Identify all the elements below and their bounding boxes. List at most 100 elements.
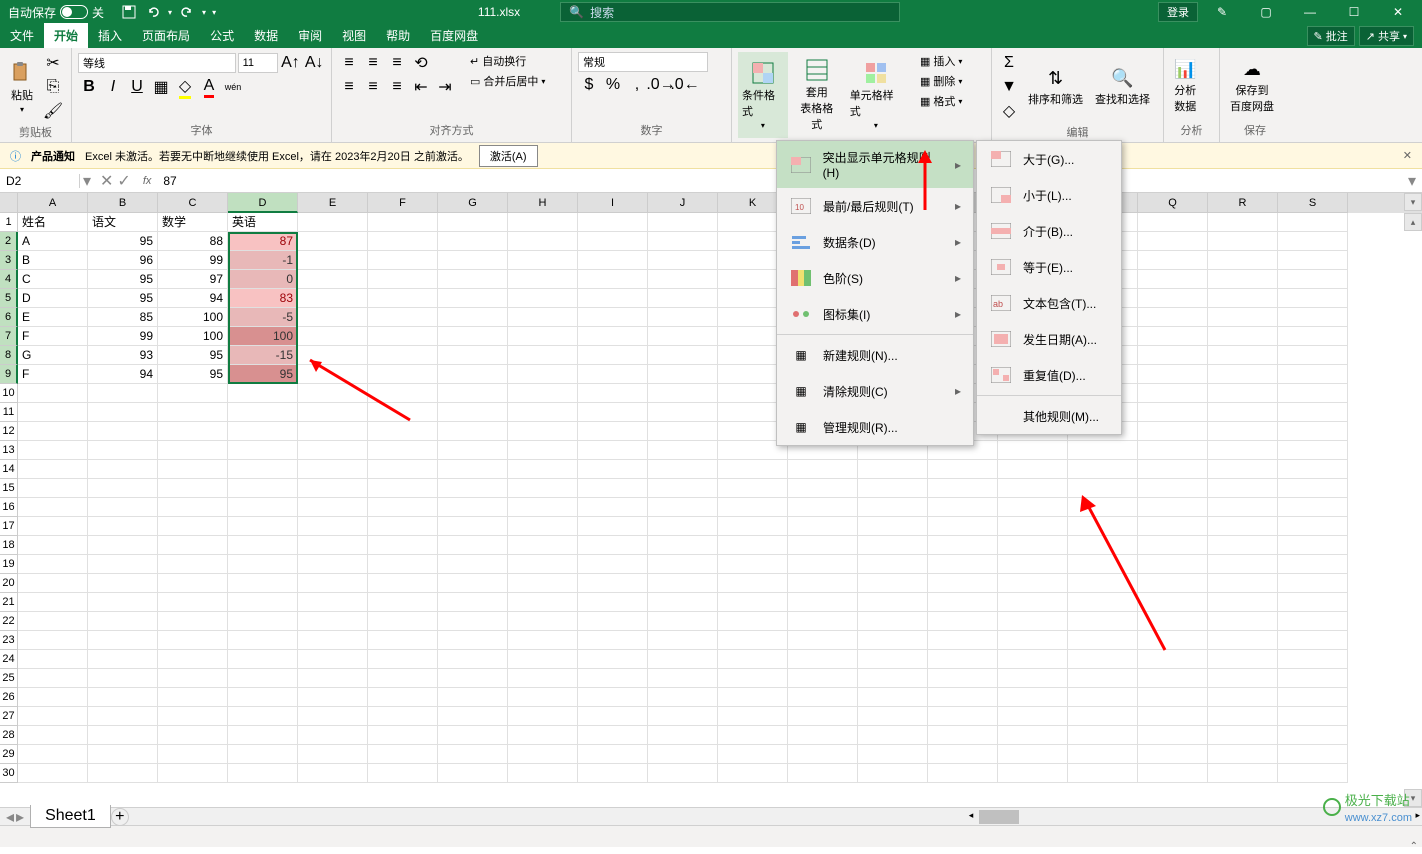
cell[interactable] <box>298 479 368 498</box>
cell[interactable] <box>1208 365 1278 384</box>
cell[interactable] <box>1068 460 1138 479</box>
cell[interactable] <box>158 669 228 688</box>
cell[interactable]: 96 <box>88 251 158 270</box>
cell[interactable] <box>508 441 578 460</box>
cell[interactable] <box>858 707 928 726</box>
cell[interactable]: 英语 <box>228 213 298 232</box>
cell[interactable] <box>88 536 158 555</box>
cell[interactable] <box>438 460 508 479</box>
cell[interactable] <box>1068 745 1138 764</box>
cell[interactable] <box>998 536 1068 555</box>
cell[interactable] <box>928 745 998 764</box>
conditional-format-button[interactable]: 条件格式 ▾ <box>738 52 788 138</box>
column-header[interactable]: B <box>88 193 158 213</box>
cell[interactable]: 0 <box>228 270 298 289</box>
cell[interactable] <box>1208 574 1278 593</box>
cell[interactable] <box>578 726 648 745</box>
cell[interactable] <box>928 517 998 536</box>
orientation-icon[interactable]: ⟲ <box>410 52 432 74</box>
tab-data[interactable]: 数据 <box>244 23 288 48</box>
cell[interactable] <box>88 460 158 479</box>
border-icon[interactable]: ▦ <box>150 76 172 98</box>
cell[interactable] <box>158 612 228 631</box>
cell[interactable] <box>228 764 298 783</box>
cell[interactable] <box>438 232 508 251</box>
cell[interactable] <box>368 555 438 574</box>
row-header[interactable]: 15 <box>0 479 18 498</box>
cell[interactable] <box>228 498 298 517</box>
cell[interactable] <box>18 707 88 726</box>
cell[interactable]: D <box>18 289 88 308</box>
tab-file[interactable]: 文件 <box>0 23 44 48</box>
sheet-tab[interactable]: Sheet1 <box>30 805 111 828</box>
cell[interactable] <box>1138 726 1208 745</box>
cell[interactable] <box>1208 498 1278 517</box>
analyze-data-button[interactable]: 📊 分析 数据 <box>1170 52 1200 120</box>
tab-help[interactable]: 帮助 <box>376 23 420 48</box>
cell[interactable] <box>298 593 368 612</box>
column-header[interactable]: F <box>368 193 438 213</box>
cell[interactable] <box>578 688 648 707</box>
cell[interactable] <box>648 650 718 669</box>
cell[interactable] <box>718 726 788 745</box>
format-cells-button[interactable]: ▦格式▾ <box>918 92 985 110</box>
cell[interactable] <box>578 479 648 498</box>
row-header[interactable]: 28 <box>0 726 18 745</box>
cell[interactable] <box>508 384 578 403</box>
cell[interactable] <box>158 403 228 422</box>
coming-soon-icon[interactable]: ✎ <box>1202 0 1242 24</box>
cell[interactable] <box>228 384 298 403</box>
cell[interactable] <box>998 555 1068 574</box>
cell[interactable] <box>228 422 298 441</box>
cell[interactable] <box>438 346 508 365</box>
format-painter-icon[interactable]: 🖌 <box>42 100 64 122</box>
cell[interactable] <box>1068 669 1138 688</box>
cell[interactable] <box>88 403 158 422</box>
submenu-duplicate-values[interactable]: 重复值(D)... <box>977 357 1121 393</box>
collapse-ribbon-icon[interactable]: ⌃ <box>1410 841 1418 852</box>
qat-customize-icon[interactable]: ▾ <box>212 8 216 17</box>
increase-indent-icon[interactable]: ⇥ <box>434 76 456 98</box>
redo-icon[interactable] <box>178 3 196 21</box>
cell[interactable]: 100 <box>228 327 298 346</box>
cell[interactable] <box>648 669 718 688</box>
cell[interactable] <box>18 479 88 498</box>
cell[interactable] <box>1138 669 1208 688</box>
cell[interactable] <box>578 764 648 783</box>
column-header[interactable]: R <box>1208 193 1278 213</box>
cell[interactable] <box>1208 726 1278 745</box>
cell[interactable]: F <box>18 365 88 384</box>
cell[interactable] <box>368 251 438 270</box>
column-header[interactable]: H <box>508 193 578 213</box>
column-header[interactable]: A <box>18 193 88 213</box>
cell[interactable] <box>438 688 508 707</box>
cell[interactable] <box>438 745 508 764</box>
cell[interactable] <box>1278 460 1348 479</box>
cell[interactable] <box>158 384 228 403</box>
cell[interactable] <box>298 669 368 688</box>
close-icon[interactable]: ✕ <box>1378 0 1418 24</box>
cell[interactable] <box>508 688 578 707</box>
submenu-less-than[interactable]: 小于(L)... <box>977 177 1121 213</box>
cell[interactable] <box>158 574 228 593</box>
cell[interactable] <box>1138 574 1208 593</box>
cell[interactable] <box>1278 422 1348 441</box>
cell[interactable] <box>788 764 858 783</box>
cell[interactable] <box>508 536 578 555</box>
align-left-icon[interactable]: ≡ <box>338 76 360 98</box>
cell[interactable] <box>158 536 228 555</box>
cell[interactable] <box>648 707 718 726</box>
cell[interactable] <box>718 498 788 517</box>
cell[interactable] <box>578 650 648 669</box>
cell[interactable] <box>998 745 1068 764</box>
cell[interactable] <box>18 764 88 783</box>
cell[interactable] <box>88 688 158 707</box>
cell[interactable] <box>788 460 858 479</box>
cell[interactable] <box>368 612 438 631</box>
row-header[interactable]: 8 <box>0 346 18 365</box>
row-header[interactable]: 10 <box>0 384 18 403</box>
cell[interactable] <box>1068 612 1138 631</box>
column-header[interactable]: I <box>578 193 648 213</box>
cell[interactable] <box>508 707 578 726</box>
cell[interactable]: E <box>18 308 88 327</box>
